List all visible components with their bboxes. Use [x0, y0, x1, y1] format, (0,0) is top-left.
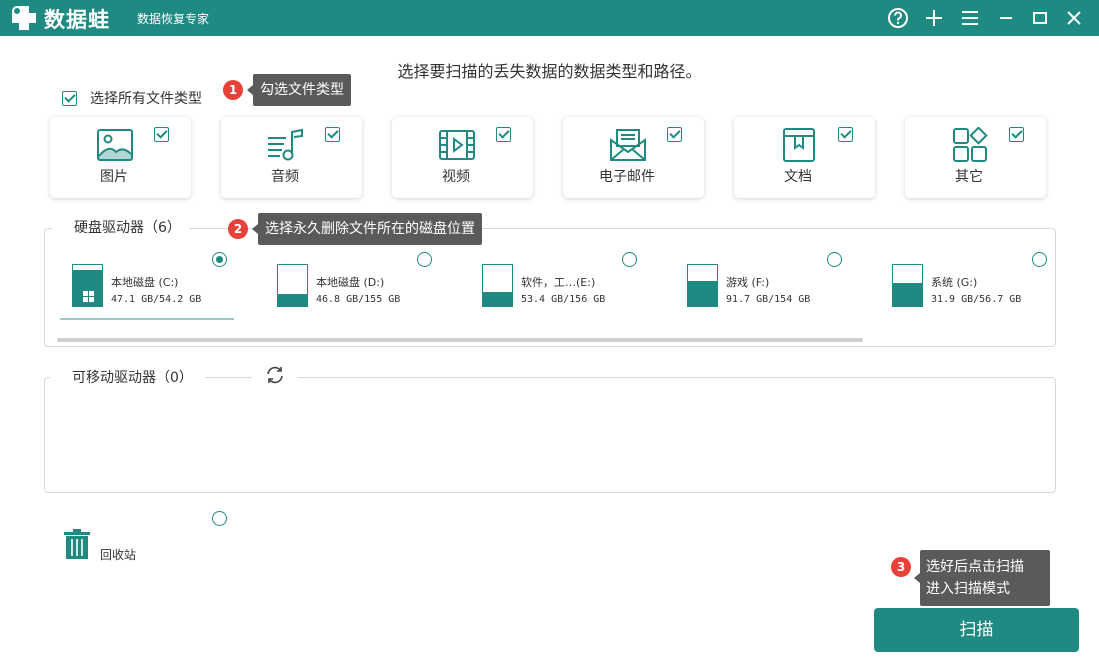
- drive-e-radio[interactable]: [622, 252, 637, 267]
- drive-e-name: 软件，工…(E:): [521, 276, 596, 289]
- drive-g-size: 31.9 GB/56.7 GB: [931, 294, 1022, 305]
- disk-icon: [687, 264, 718, 307]
- tip-2-text: 选择永久删除文件所在的磁盘位置: [265, 221, 475, 237]
- check-icon: [62, 90, 77, 106]
- tip-3-line1: 选好后点击扫描: [926, 559, 1024, 575]
- disk-icon: [277, 264, 308, 307]
- trash-icon: [64, 529, 90, 559]
- scan-button[interactable]: 扫描: [874, 608, 1079, 652]
- drive-d[interactable]: 本地磁盘 (D:) 46.8 GB/155 GB: [277, 252, 467, 312]
- drive-d-name: 本地磁盘 (D:): [316, 276, 385, 289]
- drive-f[interactable]: 游戏 (F:) 91.7 GB/154 GB: [687, 252, 877, 312]
- filetype-image-checkbox[interactable]: [154, 127, 169, 142]
- audio-icon: [266, 127, 306, 163]
- hard-drives-title: 硬盘驱动器（6）: [52, 217, 189, 237]
- app-subtitle: 数据恢复专家: [137, 12, 210, 26]
- tip-2: 选择永久删除文件所在的磁盘位置: [252, 213, 482, 245]
- drive-d-size: 46.8 GB/155 GB: [316, 294, 401, 305]
- other-icon: [950, 127, 990, 163]
- tip-3: 选好后点击扫描 进入扫描模式: [914, 550, 1050, 606]
- email-icon: [608, 127, 648, 163]
- filetype-email-checkbox[interactable]: [667, 127, 682, 142]
- recycle-bin-label: 回收站: [100, 548, 137, 562]
- drive-f-name: 游戏 (F:): [726, 276, 770, 289]
- app-name: 数据蛙: [44, 8, 110, 32]
- drive-g[interactable]: 系统 (G:) 31.9 GB/56.7 GB: [892, 252, 1082, 312]
- tip-3-line2: 进入扫描模式: [926, 581, 1010, 597]
- drive-c[interactable]: 本地磁盘 (C:) 47.1 GB/54.2 GB: [72, 252, 262, 312]
- selected-drive-underline: [60, 318, 234, 320]
- filetype-document[interactable]: 文档: [734, 117, 875, 198]
- disk-icon: [72, 264, 103, 307]
- video-icon: [437, 127, 477, 163]
- maximize-icon[interactable]: [1028, 6, 1052, 30]
- drive-f-usage-bar: [688, 281, 717, 306]
- drive-e-size: 53.4 GB/156 GB: [521, 294, 606, 305]
- instruction-text: 选择要扫描的丢失数据的数据类型和路径。: [397, 62, 702, 81]
- drive-d-usage-bar: [278, 293, 307, 306]
- removable-drives-title: 可移动驱动器（0）: [50, 367, 205, 387]
- close-icon[interactable]: [1062, 6, 1086, 30]
- filetype-document-label: 文档: [784, 169, 812, 185]
- filetype-audio-label: 音频: [271, 169, 299, 185]
- refresh-icon[interactable]: [252, 363, 298, 387]
- drive-g-usage-bar: [893, 283, 922, 306]
- drive-d-radio[interactable]: [417, 252, 432, 267]
- tip-badge-1: 1: [223, 80, 243, 100]
- tip-1: 勾选文件类型: [247, 74, 351, 106]
- filetype-other[interactable]: 其它: [905, 117, 1046, 198]
- drive-c-radio[interactable]: [212, 252, 227, 267]
- filetype-audio[interactable]: 音频: [221, 117, 362, 198]
- tip-1-text: 勾选文件类型: [260, 82, 344, 98]
- filetype-video[interactable]: 视频: [392, 117, 533, 198]
- drive-e[interactable]: 软件，工…(E:) 53.4 GB/156 GB: [482, 252, 672, 312]
- removable-drives-group: [44, 377, 1056, 493]
- recycle-bin-radio[interactable]: [212, 511, 227, 526]
- filetype-video-label: 视频: [442, 169, 470, 185]
- drive-f-radio[interactable]: [827, 252, 842, 267]
- disk-icon: [892, 264, 923, 307]
- tip-badge-2: 2: [228, 219, 248, 239]
- plus-icon[interactable]: [922, 6, 946, 30]
- drive-g-name: 系统 (G:): [931, 276, 978, 289]
- image-icon: [95, 127, 135, 163]
- drive-e-usage-bar: [483, 292, 512, 306]
- filetype-image[interactable]: 图片: [50, 117, 191, 198]
- document-icon: [779, 127, 819, 163]
- select-all-label: 选择所有文件类型: [90, 91, 202, 107]
- drive-g-radio[interactable]: [1032, 252, 1047, 267]
- drive-c-size: 47.1 GB/54.2 GB: [111, 294, 202, 305]
- select-all-checkbox[interactable]: 选择所有文件类型: [62, 88, 202, 108]
- filetype-email[interactable]: 电子邮件: [563, 117, 704, 198]
- filetype-audio-checkbox[interactable]: [325, 127, 340, 142]
- minimize-icon[interactable]: [994, 6, 1018, 30]
- filetype-email-label: 电子邮件: [599, 169, 655, 185]
- menu-icon[interactable]: [958, 6, 982, 30]
- drive-c-name: 本地磁盘 (C:): [111, 276, 179, 289]
- filetype-document-checkbox[interactable]: [838, 127, 853, 142]
- drives-scrollbar[interactable]: [57, 338, 863, 342]
- title-bar: 数据蛙 数据恢复专家: [0, 0, 1099, 36]
- filetype-video-checkbox[interactable]: [496, 127, 511, 142]
- filetype-image-label: 图片: [100, 169, 128, 185]
- app-logo-icon: [12, 6, 36, 30]
- recycle-bin[interactable]: [63, 528, 91, 564]
- tip-badge-3: 3: [891, 557, 911, 577]
- windows-icon: [83, 291, 94, 302]
- disk-icon: [482, 264, 513, 307]
- help-icon[interactable]: [886, 6, 910, 30]
- drive-f-size: 91.7 GB/154 GB: [726, 294, 811, 305]
- filetype-other-checkbox[interactable]: [1009, 127, 1024, 142]
- filetype-other-label: 其它: [955, 169, 983, 185]
